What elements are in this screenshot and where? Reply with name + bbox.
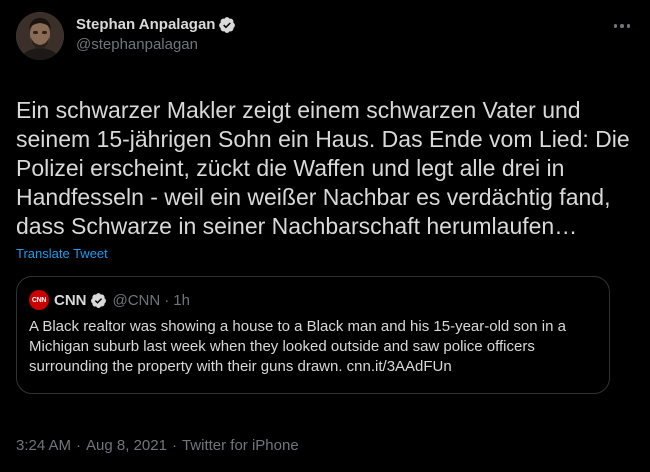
verified-badge-icon — [219, 17, 236, 33]
tweet-card: Stephan Anpalagan @stephanpalagan Ein sc… — [0, 0, 650, 472]
name-row: Stephan Anpalagan — [76, 15, 236, 35]
tweet-time[interactable]: 3:24 AM — [16, 437, 71, 454]
more-dot — [613, 24, 618, 28]
quoted-handle: @CNN — [112, 291, 161, 309]
more-dot — [620, 24, 624, 28]
tweet-text: Ein schwarzer Makler zeigt einem schwarz… — [16, 97, 637, 239]
translate-tweet-link[interactable]: Translate Tweet — [16, 246, 634, 262]
quoted-tweet-text: A Black realtor was showing a house to a… — [29, 318, 566, 375]
avatar[interactable] — [16, 12, 64, 60]
quoted-separator: · — [164, 291, 170, 309]
tweet-date[interactable]: Aug 8, 2021 — [86, 437, 167, 454]
tweet-source[interactable]: Twitter for iPhone — [182, 437, 299, 454]
quoted-tweet-header: CNN CNN @CNN · 1h — [29, 289, 597, 311]
meta-separator: · — [76, 437, 82, 454]
quoted-display-name: CNN — [54, 291, 87, 309]
verified-badge-icon — [90, 292, 106, 308]
author-handle[interactable]: @stephanpalagan — [76, 35, 236, 55]
tweet-header: Stephan Anpalagan @stephanpalagan — [16, 12, 634, 68]
author-display-name[interactable]: Stephan Anpalagan — [76, 15, 215, 35]
meta-separator: · — [171, 437, 177, 454]
quoted-timestamp: 1h — [173, 291, 190, 309]
cnn-logo-avatar: CNN — [29, 290, 49, 310]
tweet-meta: 3:24 AM · Aug 8, 2021 · Twitter for iPho… — [16, 437, 299, 454]
quoted-tweet[interactable]: CNN CNN @CNN · 1h A Black realtor was sh… — [16, 276, 610, 394]
more-dot — [626, 24, 631, 28]
more-options-icon[interactable] — [610, 14, 634, 38]
author-names: Stephan Anpalagan @stephanpalagan — [76, 12, 236, 55]
